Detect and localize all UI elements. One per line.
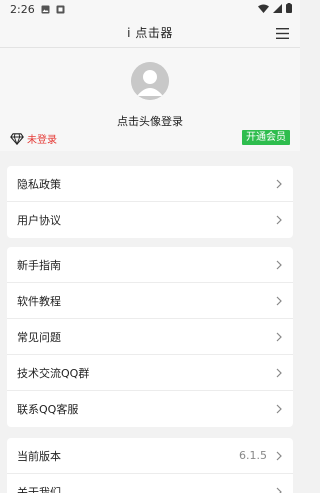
settings-group-about: 当前版本 6.1.5 关于我们 <box>7 438 293 493</box>
list-item-label: 当前版本 <box>17 449 61 463</box>
status-right <box>258 2 292 16</box>
list-item-label: 常见问题 <box>17 330 61 344</box>
chevron-right-icon <box>276 451 282 460</box>
vip-status: 未登录 <box>10 131 57 146</box>
chevron-right-icon <box>276 404 282 414</box>
list-item-label: 软件教程 <box>17 294 61 308</box>
list-item-beginner-guide[interactable]: 新手指南 <box>7 247 293 283</box>
chevron-right-icon <box>276 179 282 188</box>
status-left: 2:26 <box>10 3 65 16</box>
chevron-right-icon <box>276 215 282 225</box>
list-item-label: 用户协议 <box>17 214 61 227</box>
page-title: i 点击器 <box>127 26 173 40</box>
open-vip-button[interactable]: 开通会员 <box>242 130 290 145</box>
list-item-label: 关于我们 <box>17 486 61 493</box>
avatar[interactable] <box>131 62 169 100</box>
list-item-about-us[interactable]: 关于我们 <box>7 474 293 493</box>
list-item-current-version[interactable]: 当前版本 6.1.5 <box>7 438 293 474</box>
profile-section: 点击头像登录 未登录 开通会员 <box>0 48 300 151</box>
list-item-software-tutorial[interactable]: 软件教程 <box>7 283 293 319</box>
list-item-label: 隐私政策 <box>17 177 61 191</box>
image-notification-icon <box>41 5 50 14</box>
default-avatar-icon <box>131 62 169 100</box>
app-header: i 点击器 <box>0 18 300 48</box>
settings-group-help: 新手指南 软件教程 常见问题 技术交流QQ群 联系QQ客服 <box>7 247 293 427</box>
chevron-right-icon <box>276 332 282 341</box>
app-notification-icon <box>56 5 65 14</box>
list-item-label: 技术交流QQ群 <box>17 366 90 380</box>
login-hint[interactable]: 点击头像登录 <box>0 113 300 129</box>
battery-icon <box>286 2 292 16</box>
chevron-right-icon <box>276 368 282 377</box>
status-bar: 2:26 <box>0 0 300 18</box>
list-item-user-agreement[interactable]: 用户协议 <box>7 202 293 238</box>
wifi-icon <box>258 3 269 16</box>
menu-button[interactable] <box>274 25 290 41</box>
cell-signal-icon <box>273 3 282 16</box>
list-item-privacy-policy[interactable]: 隐私政策 <box>7 166 293 202</box>
version-value: 6.1.5 <box>239 449 267 462</box>
list-item-tech-qq-group[interactable]: 技术交流QQ群 <box>7 355 293 391</box>
diamond-icon <box>10 132 24 145</box>
settings-group-legal: 隐私政策 用户协议 <box>7 166 293 238</box>
status-time: 2:26 <box>10 2 35 16</box>
list-item-faq[interactable]: 常见问题 <box>7 319 293 355</box>
list-item-label: 新手指南 <box>17 258 61 272</box>
vip-status-label: 未登录 <box>27 135 57 146</box>
list-item-label: 联系QQ客服 <box>17 403 79 416</box>
list-item-qq-support[interactable]: 联系QQ客服 <box>7 391 293 427</box>
chevron-right-icon <box>276 487 282 493</box>
chevron-right-icon <box>276 296 282 305</box>
chevron-right-icon <box>276 260 282 269</box>
hamburger-menu-icon <box>275 27 289 39</box>
